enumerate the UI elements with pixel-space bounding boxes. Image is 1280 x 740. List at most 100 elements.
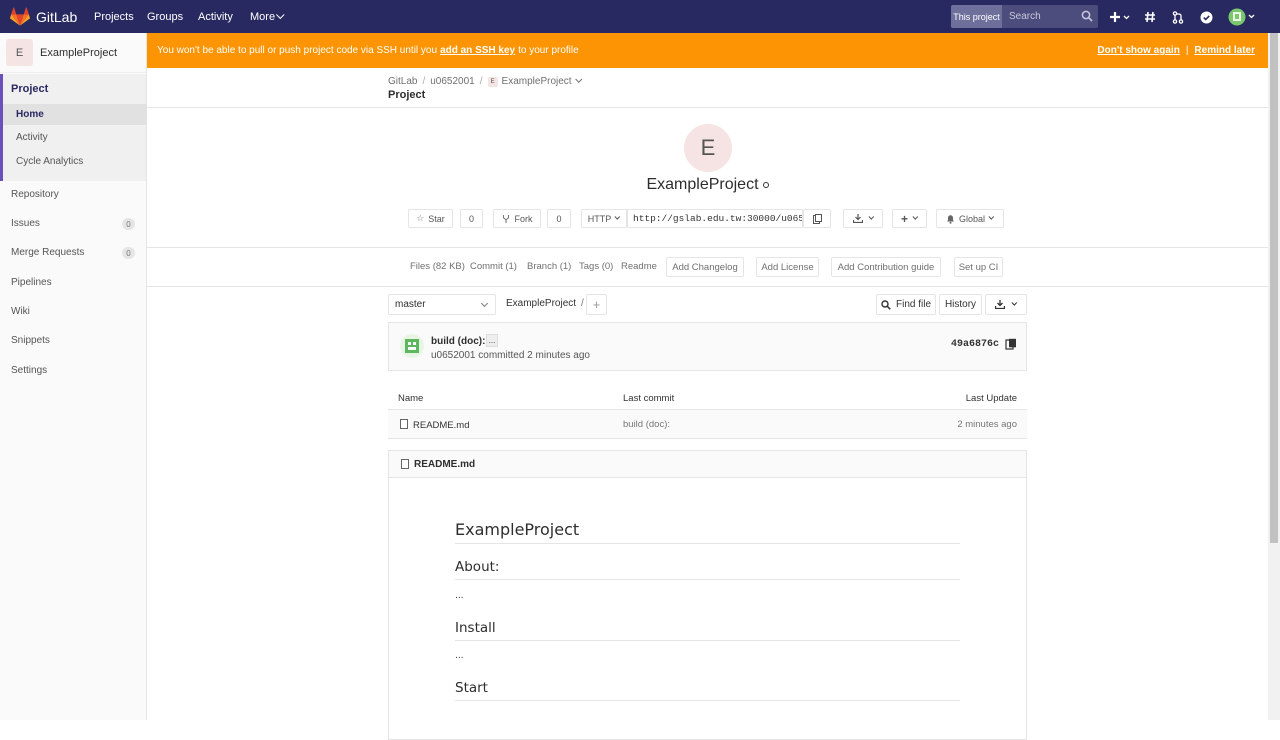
chevron-down-icon	[614, 213, 621, 220]
nav-activity[interactable]: Activity	[198, 0, 233, 33]
files-stat[interactable]: Files (82 KB)	[410, 261, 465, 272]
search-box: This project	[951, 5, 1098, 28]
commits-stat[interactable]: Commit (1)	[470, 261, 517, 272]
project-avatar: E	[6, 39, 33, 66]
merge-request-icon	[1172, 10, 1184, 24]
breadcrumb-gitlab[interactable]: GitLab	[388, 76, 417, 87]
chevron-down-icon[interactable]	[574, 75, 582, 83]
project-sidebar: E ExampleProject Project Home Activity C…	[0, 33, 147, 720]
new-file-dropdown[interactable]: +	[892, 209, 927, 228]
clone-protocol-dropdown[interactable]: HTTP	[581, 209, 627, 228]
history-button[interactable]: History	[939, 294, 982, 315]
star-count[interactable]: 0	[460, 209, 483, 228]
clone-protocol-label: HTTP	[587, 213, 612, 224]
divider	[147, 107, 1268, 108]
add-license-button[interactable]: Add License	[756, 257, 819, 277]
todos-shortcut[interactable]	[1197, 8, 1215, 26]
set-up-ci-button[interactable]: Set up CI	[954, 257, 1003, 277]
chevron-down-icon	[988, 213, 995, 220]
search-input[interactable]	[1003, 5, 1078, 28]
sidebar-item-wiki[interactable]: Wiki	[11, 306, 135, 317]
commit-expand-button[interactable]: ...	[486, 334, 498, 347]
issues-shortcut[interactable]	[1141, 8, 1159, 26]
fork-label: Fork	[514, 213, 533, 224]
breadcrumb-project[interactable]: ExampleProject	[502, 76, 572, 87]
star-label: Star	[428, 213, 445, 224]
main-content: GitLab / u0652001 / E ExampleProject Proje…	[147, 68, 1268, 740]
chevron-down-icon	[867, 213, 874, 220]
readme-filename[interactable]: README.md	[414, 459, 475, 470]
remind-later-link[interactable]: Remind later	[1194, 45, 1255, 56]
chevron-down-icon	[276, 10, 285, 19]
new-item-dropdown[interactable]	[1109, 8, 1131, 26]
readme-title: ExampleProject	[455, 520, 960, 544]
nav-projects[interactable]: Projects	[94, 0, 134, 33]
sidebar-item-label: Issues	[11, 218, 40, 229]
search-icon[interactable]	[1081, 10, 1093, 22]
nav-more-dropdown[interactable]: More	[250, 0, 285, 33]
user-menu[interactable]	[1228, 8, 1258, 26]
repo-path-root[interactable]: ExampleProject	[506, 298, 576, 309]
scrollbar-thumb[interactable]	[1270, 33, 1278, 543]
sidebar-subitem-activity[interactable]: Activity	[16, 132, 48, 143]
clipboard-icon[interactable]	[1005, 338, 1017, 350]
find-file-button[interactable]: Find file	[876, 294, 936, 315]
copy-url-button[interactable]	[803, 209, 831, 228]
star-button[interactable]: ☆ Star	[408, 209, 453, 228]
readme-link[interactable]: Readme	[621, 261, 657, 272]
table-row[interactable]: README.md build (doc): 2 minutes ago	[388, 410, 1027, 439]
branch-selector[interactable]: master	[388, 294, 496, 315]
add-to-tree-button[interactable]: +	[586, 294, 607, 315]
file-last-commit[interactable]: build (doc):	[623, 419, 670, 430]
sidebar-item-label: Settings	[11, 365, 48, 376]
gitlab-logo[interactable]: GitLab	[10, 0, 77, 33]
sidebar-project-header[interactable]: E ExampleProject	[0, 33, 146, 73]
committer-avatar[interactable]	[400, 334, 424, 358]
readme-panel: README.md ExampleProject About: ... Inst…	[388, 450, 1027, 740]
sidebar-item-repository[interactable]: Repository	[11, 189, 135, 200]
banner-text-pre: You won't be able to pull or push projec…	[157, 45, 438, 56]
todo-check-icon	[1200, 11, 1212, 23]
add-changelog-button[interactable]: Add Changelog	[666, 257, 744, 277]
breadcrumb-separator: /	[479, 76, 483, 87]
file-icon	[401, 459, 409, 469]
bell-icon	[946, 214, 954, 224]
sidebar-item-issues[interactable]: Issues 0	[11, 218, 135, 230]
sidebar-item-pipelines[interactable]: Pipelines	[11, 277, 135, 288]
download-icon	[852, 214, 863, 223]
branches-stat[interactable]: Branch (1)	[527, 261, 571, 272]
fork-button[interactable]: Fork	[493, 209, 541, 228]
column-name: Name	[398, 393, 424, 404]
sidebar-subitem-cycle-analytics[interactable]: Cycle Analytics	[16, 156, 83, 167]
file-table-header: Name Last commit Last Update	[388, 386, 1027, 410]
download-dropdown[interactable]	[843, 209, 883, 228]
banner-separator: |	[1185, 45, 1189, 56]
merge-requests-shortcut[interactable]	[1169, 8, 1187, 26]
tags-stat[interactable]: Tags (0)	[579, 261, 613, 272]
sidebar-item-merge-requests[interactable]: Merge Requests 0	[11, 247, 135, 259]
add-contribution-guide-button[interactable]: Add Contribution guide	[831, 257, 941, 277]
sidebar-subitem-home[interactable]: Home	[3, 104, 147, 125]
sidebar-item-project[interactable]: Project	[11, 83, 48, 95]
tree-download-dropdown[interactable]	[985, 294, 1027, 315]
add-ssh-key-link[interactable]: add an SSH key	[440, 45, 515, 56]
repo-path: ExampleProject /	[506, 298, 584, 309]
clipboard-icon	[812, 213, 822, 224]
clone-url-input[interactable]	[627, 209, 803, 228]
readme-text-install: ...	[455, 651, 464, 661]
sidebar-item-label: Pipelines	[11, 277, 52, 288]
nav-groups[interactable]: Groups	[147, 0, 183, 33]
commit-message[interactable]: build (doc):	[431, 336, 485, 347]
breadcrumb-user[interactable]: u0652001	[430, 76, 475, 87]
search-scope-badge[interactable]: This project	[951, 5, 1002, 28]
notification-dropdown[interactable]: Global	[936, 209, 1004, 228]
banner-text-post: to your profile	[518, 45, 579, 56]
issues-count-badge: 0	[122, 218, 135, 230]
sidebar-item-snippets[interactable]: Snippets	[11, 335, 135, 346]
page-scrollbar[interactable]	[1268, 33, 1280, 720]
commit-sha[interactable]: 49a6876c	[951, 339, 999, 350]
fork-count[interactable]: 0	[547, 209, 571, 228]
file-name-cell[interactable]: README.md	[400, 419, 469, 431]
dont-show-again-link[interactable]: Don't show again	[1097, 45, 1179, 56]
sidebar-item-settings[interactable]: Settings	[11, 365, 135, 376]
